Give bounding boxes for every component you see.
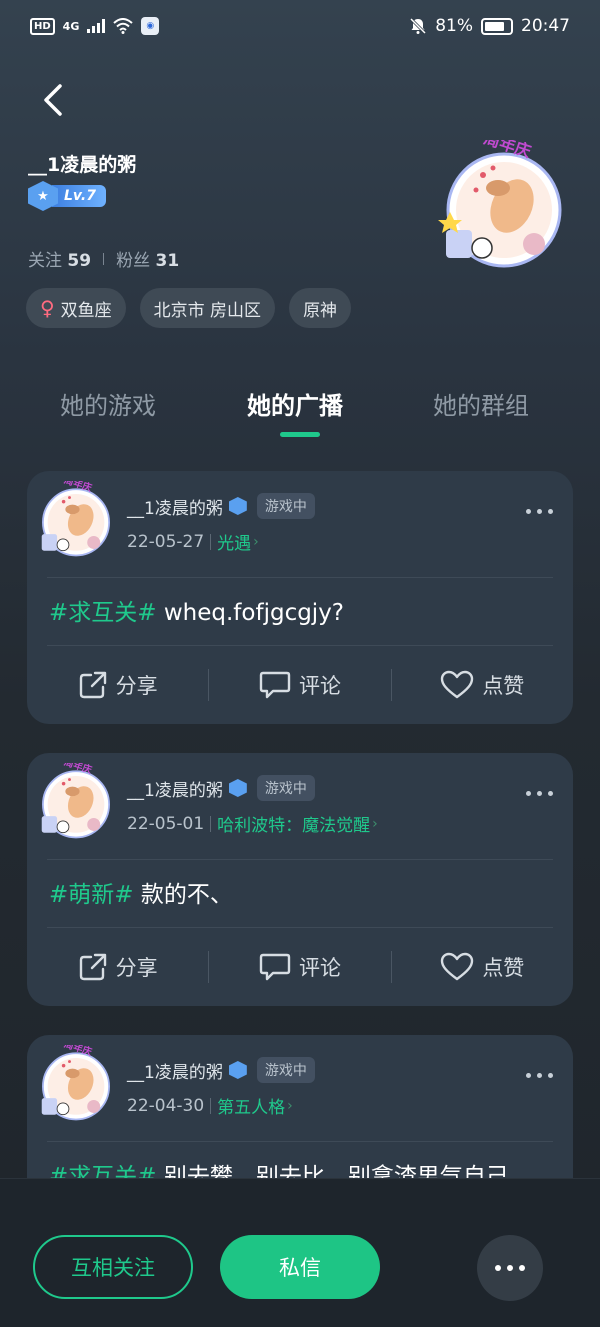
comment-button[interactable]: 评论 [209, 952, 390, 982]
share-button[interactable]: 分享 [27, 952, 208, 982]
post-actions: 分享 评论 点赞 [27, 659, 573, 711]
post-content: #萌新# 款的不、 [49, 875, 233, 909]
female-icon: ♀ [40, 296, 55, 320]
post-game-link[interactable]: 光遇 [217, 529, 251, 554]
tab-broadcasts[interactable]: 她的广播 [247, 386, 343, 421]
share-icon [79, 953, 106, 981]
comment-icon [259, 953, 291, 981]
post-hashtag[interactable]: #求互关# [49, 600, 157, 626]
share-icon [79, 671, 106, 699]
tab-indicator [280, 432, 320, 437]
battery-percent: 81% [435, 16, 473, 36]
post-avatar[interactable]: 周年庆 [37, 481, 115, 559]
profile-name: __1凌晨的粥 [28, 154, 137, 176]
clock: 20:47 [521, 16, 570, 36]
like-button[interactable]: 点赞 [392, 952, 573, 982]
playing-status: 游戏中 [256, 493, 315, 519]
more-dot-icon [507, 1265, 513, 1271]
level-badge-icon [228, 497, 247, 515]
post-game-link[interactable]: 哈利波特：魔法觉醒 [217, 811, 370, 836]
back-button[interactable] [36, 80, 72, 120]
chip-location: 北京市 房山区 [139, 288, 276, 328]
profile-tabs: 她的游戏 她的广播 她的群组 [0, 380, 600, 440]
more-dot-icon [519, 1265, 525, 1271]
post-body: wheq.fofjgcgjy? [156, 600, 345, 626]
follow-stats: 关注 59 粉丝 31 [28, 246, 179, 271]
post-actions: 分享 评论 点赞 [27, 941, 573, 993]
post-date: 22-05-27 [127, 531, 205, 552]
post-date: 22-05-01 [127, 813, 205, 834]
post-content: #求互关# wheq.fofjgcgjy? [49, 593, 344, 627]
battery-icon [481, 17, 513, 35]
level-label: Lv.7 [52, 185, 106, 207]
playing-status: 游戏中 [256, 775, 315, 801]
post-more-button[interactable] [526, 509, 553, 514]
level-badge-icon [228, 779, 247, 797]
tab-games[interactable]: 她的游戏 [60, 386, 156, 421]
wifi-icon [113, 18, 134, 34]
heart-icon [441, 952, 474, 981]
post-author[interactable]: __1凌晨的粥 [127, 776, 223, 801]
chip-zodiac: ♀ 双鱼座 [26, 288, 126, 328]
post-author[interactable]: __1凌晨的粥 [127, 494, 223, 519]
level-badge-icon [228, 1061, 247, 1079]
post-hashtag[interactable]: #萌新# [49, 882, 134, 908]
playing-status: 游戏中 [256, 1057, 315, 1083]
mutual-follow-button[interactable]: 互相关注 [33, 1235, 193, 1299]
mute-bell-icon [410, 17, 427, 35]
tab-groups[interactable]: 她的群组 [433, 386, 529, 421]
app-notification-icon: ◉ [141, 17, 160, 35]
heart-icon [441, 670, 474, 699]
post-more-button[interactable] [526, 1073, 553, 1078]
more-button[interactable] [477, 1235, 543, 1301]
post-author[interactable]: __1凌晨的粥 [127, 1058, 223, 1083]
status-bar: HD 4G ◉ 81% 20:47 [0, 0, 600, 52]
post-body: 款的不、 [133, 882, 233, 908]
chevron-right-icon: › [372, 815, 378, 832]
profile-chips: ♀ 双鱼座 北京市 房山区 原神 [26, 288, 352, 328]
avatar[interactable]: 周年庆 [438, 140, 570, 272]
comment-icon [259, 671, 291, 699]
chevron-right-icon: › [287, 1097, 293, 1114]
post-game-link[interactable]: 第五人格 [217, 1093, 285, 1118]
hd-indicator: HD [30, 17, 55, 35]
more-dot-icon [495, 1265, 501, 1271]
level-badge: ★ Lv.7 [28, 180, 106, 212]
chevron-right-icon: › [253, 533, 259, 550]
post-card[interactable]: 周年庆 __1凌晨的粥 游戏中 22-05-27 光遇 › #求互关# wheq… [27, 471, 573, 724]
post-date: 22-04-30 [127, 1095, 205, 1116]
following-link[interactable]: 关注 59 [28, 246, 91, 271]
chip-game[interactable]: 原神 [289, 288, 352, 328]
post-avatar[interactable]: 周年庆 [37, 763, 115, 841]
network-indicator: 4G [62, 19, 80, 33]
post-card[interactable]: 周年庆 __1凌晨的粥 游戏中 22-05-01 哈利波特：魔法觉醒 › #萌新… [27, 753, 573, 1006]
followers-link[interactable]: 粉丝 31 [116, 246, 179, 271]
signal-icon [87, 19, 106, 33]
like-button[interactable]: 点赞 [392, 670, 573, 700]
comment-button[interactable]: 评论 [209, 670, 390, 700]
message-button[interactable]: 私信 [220, 1235, 380, 1299]
post-more-button[interactable] [526, 791, 553, 796]
chevron-left-icon [44, 84, 62, 116]
bottom-bar: 互相关注 私信 [0, 1178, 600, 1327]
share-button[interactable]: 分享 [27, 670, 208, 700]
post-avatar[interactable]: 周年庆 [37, 1045, 115, 1123]
